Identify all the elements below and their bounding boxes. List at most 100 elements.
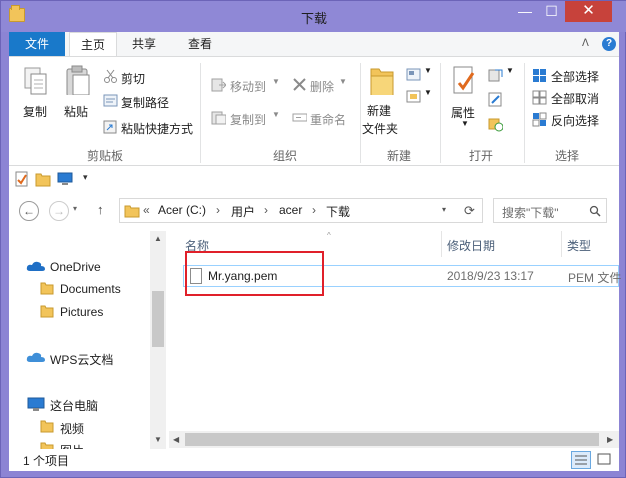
tab-home[interactable]: 主页 (69, 32, 117, 57)
breadcrumb-separator-icon[interactable]: › (264, 203, 268, 217)
paste-icon (66, 65, 90, 95)
properties-icon (453, 66, 475, 94)
nav-scrollbar-thumb[interactable] (152, 291, 164, 347)
copy-icon (24, 67, 47, 95)
customize-toolbar-icon[interactable]: ▾ (83, 172, 88, 183)
close-button[interactable]: ✕ (565, 1, 612, 22)
column-header-type[interactable]: 类型 (567, 237, 591, 263)
title-bar[interactable]: 下载 — ☐ ✕ (1, 1, 626, 32)
navigation-pane: OneDrive Documents Pictures WPS云文档 这台电脑 … (9, 231, 166, 449)
organize-group-label: 组织 (272, 149, 297, 163)
tab-view[interactable]: 查看 (177, 32, 223, 56)
group-divider (200, 63, 201, 163)
chevron-down-icon: ▼ (424, 88, 432, 97)
rename-icon (292, 113, 307, 122)
breadcrumb-separator-icon[interactable]: › (312, 203, 316, 217)
details-view-icon (575, 455, 587, 465)
copy-path-label: 复制路径 (121, 96, 170, 110)
horizontal-scrollbar[interactable]: ◀ ▶ (169, 431, 619, 448)
address-bar[interactable]: « Acer (C:) › 用户 › acer › 下载 ▾ (119, 198, 483, 223)
file-date: 2018/9/23 13:17 (447, 269, 534, 283)
column-divider[interactable] (561, 231, 562, 257)
new-folder-label-line2: 文件夹 (362, 122, 399, 136)
file-type: PEM 文件 (568, 271, 622, 285)
nav-item-images[interactable]: 图片 (9, 441, 149, 449)
edit-icon (488, 92, 502, 107)
breadcrumb-separator-icon[interactable]: › (216, 203, 220, 217)
new-folder-icon[interactable] (35, 171, 51, 187)
quick-access-toolbar: ▾ (9, 166, 619, 193)
nav-label-images: 图片 (60, 442, 84, 449)
copy-path-icon (103, 94, 118, 107)
select-none-icon (532, 90, 547, 105)
minimize-button[interactable]: — (512, 1, 538, 22)
recent-locations-icon[interactable]: ▾ (73, 204, 77, 213)
sort-indicator-icon: ^ (327, 231, 331, 240)
chevron-down-icon: ▼ (461, 119, 469, 128)
paste-shortcut-label: 粘贴快捷方式 (121, 122, 194, 136)
address-row: ← → ▾ ↑ « Acer (C:) › 用户 › acer › 下载 ▾ ⟳… (9, 193, 619, 231)
large-icons-view-icon (597, 453, 611, 465)
select-none-label: 全部取消 (551, 92, 600, 106)
computer-icon (27, 397, 45, 411)
group-divider (360, 63, 361, 163)
help-icon[interactable]: ? (602, 37, 616, 51)
large-icons-view-button[interactable] (595, 451, 615, 469)
scroll-left-icon[interactable]: ◀ (173, 435, 179, 444)
search-icon (589, 205, 601, 217)
maximize-button[interactable]: ☐ (538, 1, 565, 22)
copy-to-icon (211, 111, 226, 125)
folder-icon (40, 420, 54, 433)
column-divider[interactable] (441, 231, 442, 257)
tab-file[interactable]: 文件 (9, 32, 65, 56)
copy-label: 复制 (23, 105, 48, 119)
folder-icon (40, 282, 54, 295)
nav-label-videos: 视频 (60, 422, 85, 436)
nav-label-this-pc: 这台电脑 (50, 399, 99, 413)
scroll-down-icon[interactable]: ▼ (154, 435, 162, 444)
ribbon-tab-bar: 文件 主页 共享 查看 ᐱ ? (9, 32, 619, 57)
select-group-label: 选择 (554, 149, 579, 163)
delete-icon (293, 78, 306, 91)
breadcrumb-drive[interactable]: Acer (C:) (158, 203, 206, 217)
new-folder-icon (370, 68, 394, 95)
breadcrumb-users[interactable]: 用户 (231, 203, 255, 220)
rename-label: 重命名 (310, 113, 347, 127)
group-divider (524, 63, 525, 163)
horizontal-scrollbar-thumb[interactable] (185, 433, 599, 446)
delete-label: 删除 (310, 80, 335, 94)
properties-icon[interactable] (15, 171, 29, 187)
collapse-ribbon-icon[interactable]: ᐱ (582, 38, 589, 49)
history-icon (488, 118, 503, 132)
nav-label-onedrive: OneDrive (50, 260, 101, 274)
back-button[interactable]: ← (19, 201, 39, 221)
details-view-button[interactable] (571, 451, 591, 469)
tab-share[interactable]: 共享 (121, 32, 167, 56)
address-history-icon[interactable]: ▾ (442, 205, 446, 214)
open-group-label: 打开 (468, 149, 493, 163)
nav-scrollbar[interactable]: ▲ ▼ (150, 231, 166, 449)
breadcrumb-acer[interactable]: acer (279, 203, 302, 217)
breadcrumb-downloads[interactable]: 下载 (326, 203, 350, 220)
chevron-down-icon: ▼ (272, 110, 280, 119)
up-button[interactable]: ↑ (97, 202, 104, 217)
search-input[interactable]: 搜索"下载" (493, 198, 607, 223)
folder-icon (40, 442, 54, 449)
nav-label-pictures: Pictures (60, 305, 104, 319)
new-item-icon (406, 68, 421, 81)
refresh-button[interactable]: ⟳ (457, 198, 483, 223)
scroll-up-icon[interactable]: ▲ (154, 234, 162, 243)
select-all-icon (533, 69, 546, 82)
content-area: OneDrive Documents Pictures WPS云文档 这台电脑 … (9, 231, 622, 449)
explorer-window: 下载 — ☐ ✕ 文件 主页 共享 查看 ᐱ ? 复制 粘贴 剪切 复制路径 粘… (0, 0, 626, 478)
computer-icon[interactable] (57, 171, 73, 187)
breadcrumb-overflow-icon[interactable]: « (143, 203, 150, 217)
cloud-icon (26, 261, 45, 271)
move-to-icon (211, 78, 226, 92)
column-header-date[interactable]: 修改日期 (447, 237, 495, 263)
cut-label: 剪切 (121, 72, 146, 86)
ribbon: 复制 粘贴 剪切 复制路径 粘贴快捷方式 剪贴板 移动到 ▼ 复制到 ▼ 删除 … (9, 56, 619, 166)
paste-label: 粘贴 (64, 105, 89, 119)
forward-button[interactable]: → (49, 201, 69, 221)
scroll-right-icon[interactable]: ▶ (607, 435, 613, 444)
